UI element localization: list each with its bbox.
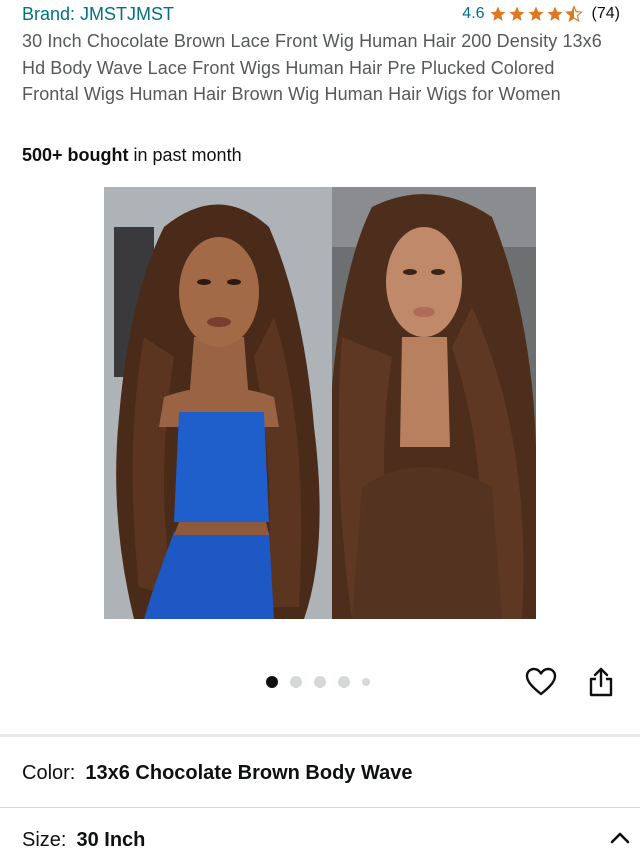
brand-rating-row: Brand: JMSTJMST 4.6 (74) xyxy=(22,2,620,26)
share-button[interactable] xyxy=(583,664,619,700)
heart-icon xyxy=(525,667,557,696)
section-divider xyxy=(0,734,640,737)
rating-value: 4.6 xyxy=(462,5,485,22)
size-variant-row[interactable]: Size: 30 Inch xyxy=(22,829,620,852)
color-variant-row[interactable]: Color: 13x6 Chocolate Brown Body Wave xyxy=(22,762,620,785)
model-right-illustration xyxy=(332,187,536,619)
product-image[interactable] xyxy=(104,187,536,619)
product-photo-right xyxy=(332,187,536,619)
star-rating xyxy=(489,5,584,23)
carousel-dot[interactable] xyxy=(290,676,302,688)
color-value: 13x6 Chocolate Brown Body Wave xyxy=(85,762,413,784)
carousel-dot[interactable] xyxy=(266,676,278,688)
star-icon xyxy=(547,6,563,21)
image-carousel-dots xyxy=(266,676,382,688)
review-count: (74) xyxy=(591,5,620,22)
color-label: Color: xyxy=(22,762,76,784)
product-title: 30 Inch Chocolate Brown Lace Front Wig H… xyxy=(22,31,602,105)
carousel-dot[interactable] xyxy=(338,676,350,688)
half-star-icon xyxy=(564,5,583,23)
size-value: 30 Inch xyxy=(76,829,146,851)
product-photo-left xyxy=(104,187,332,619)
wishlist-button[interactable] xyxy=(523,664,559,700)
carousel-dot[interactable] xyxy=(314,676,326,688)
size-label: Size: xyxy=(22,829,67,851)
brand-link[interactable]: Brand: JMSTJMST xyxy=(22,4,174,25)
share-icon xyxy=(589,667,613,697)
chevron-up-icon[interactable] xyxy=(608,826,632,850)
star-icon xyxy=(528,6,544,21)
bought-period: in past month xyxy=(128,145,242,165)
star-icon xyxy=(490,6,506,21)
star-icon xyxy=(509,6,525,21)
model-left-illustration xyxy=(104,187,332,619)
bought-in-past-month: 500+ bought in past month xyxy=(22,143,242,167)
rating-summary[interactable]: 4.6 (74) xyxy=(462,5,620,23)
section-divider xyxy=(0,807,640,808)
bought-count: 500+ bought xyxy=(22,145,129,165)
carousel-dot[interactable] xyxy=(362,678,370,686)
